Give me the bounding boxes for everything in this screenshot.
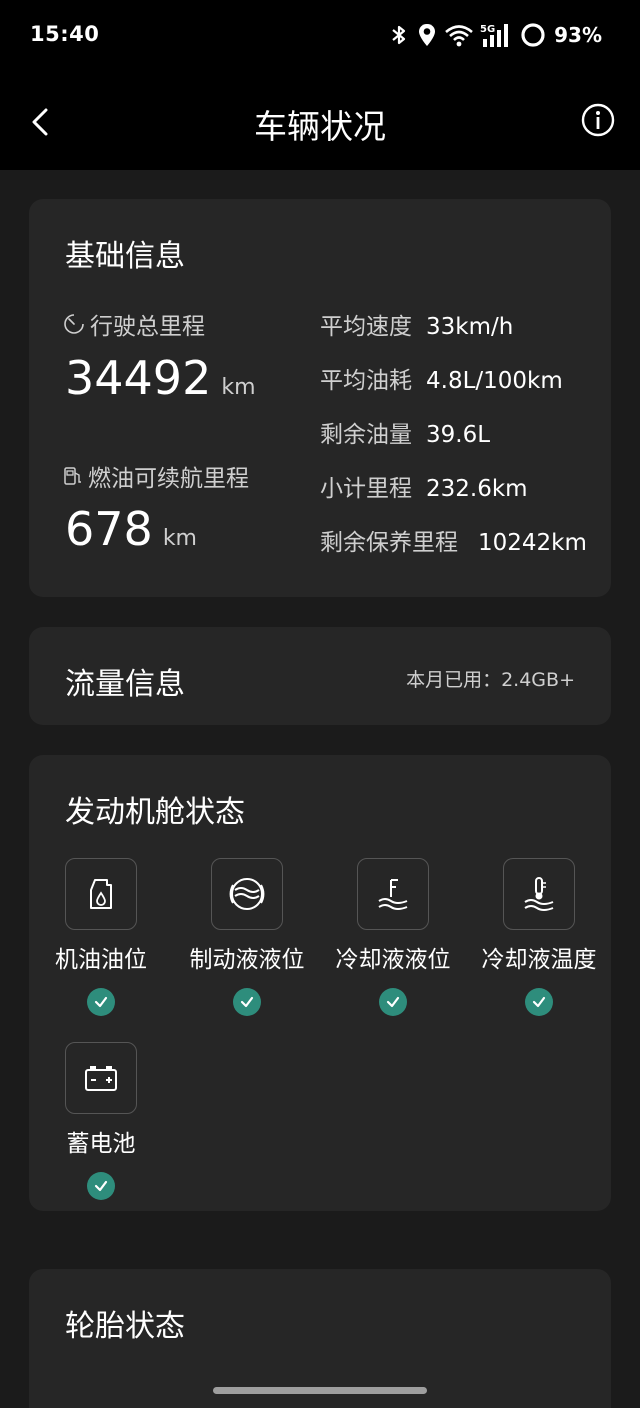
bluetooth-icon <box>392 25 406 45</box>
traffic-info-card[interactable]: 流量信息 本月已用：2.4GB+ <box>29 627 611 725</box>
battery-percent: 93% <box>554 23 602 47</box>
status-time: 15:40 <box>30 22 100 46</box>
stat-fuel-remaining: 剩余油量 39.6L <box>320 415 490 449</box>
engine-status-card: 发动机舱状态 机油油位 制动液液位 冷却液液位 冷却液温度 蓄电池 <box>29 755 611 1211</box>
battery-icon <box>85 1066 117 1091</box>
engine-item-label: 冷却液温度 <box>481 947 597 973</box>
network-type-text: 5G <box>480 24 495 35</box>
check-icon <box>233 988 261 1016</box>
basic-info-title: 基础信息 <box>65 239 185 274</box>
engine-icon-frame <box>503 858 575 930</box>
engine-item-oil[interactable]: 机油油位 <box>28 858 174 1016</box>
app-bar: 车辆状况 <box>0 72 640 170</box>
engine-item-battery[interactable]: 蓄电池 <box>28 1042 174 1200</box>
stat-avg-fuel: 平均油耗 4.8L/100km <box>320 361 563 395</box>
stat-label: 平均速度 <box>320 314 412 340</box>
tire-status-title: 轮胎状态 <box>65 1309 185 1344</box>
oil-can-icon <box>90 879 112 909</box>
traffic-info-title: 流量信息 <box>65 667 185 702</box>
engine-item-label: 制动液液位 <box>189 947 305 973</box>
status-bar: 15:40 5G 93% <box>0 0 640 72</box>
engine-icon-frame <box>211 858 283 930</box>
stat-value: 33km/h <box>426 314 514 340</box>
traffic-usage: 本月已用：2.4GB+ <box>406 669 575 691</box>
basic-info-card: 基础信息 行驶总里程 34492 km 燃油可续航里程 678 km 平均速度 33k… <box>29 199 611 597</box>
battery-ring-icon <box>521 23 545 47</box>
engine-icon-frame <box>65 1042 137 1114</box>
info-icon[interactable] <box>580 102 616 138</box>
location-icon <box>419 24 436 46</box>
stat-label: 平均油耗 <box>320 368 412 394</box>
stat-maintenance: 剩余保养里程 10242km <box>320 523 587 557</box>
stat-value: 10242km <box>478 530 587 556</box>
engine-item-label: 机油油位 <box>55 947 147 973</box>
wifi-icon <box>445 25 473 47</box>
total-mileage-label: 行驶总里程 <box>63 307 205 341</box>
timer-icon <box>64 314 84 334</box>
check-icon <box>87 1172 115 1200</box>
total-mileage-number: 34492 <box>65 351 212 405</box>
engine-icon-frame <box>357 858 429 930</box>
stat-value: 232.6km <box>426 476 528 502</box>
engine-item-brake-fluid[interactable]: 制动液液位 <box>174 858 320 1016</box>
fuel-range-label-text: 燃油可续航里程 <box>88 466 249 492</box>
coolant-temp-icon <box>524 877 554 911</box>
fuel-range-label: 燃油可续航里程 <box>63 459 249 493</box>
coolant-level-icon <box>378 879 408 910</box>
total-mileage-value: 34492 km <box>65 351 256 405</box>
home-indicator[interactable] <box>213 1387 427 1394</box>
engine-icon-frame <box>65 858 137 930</box>
stat-value: 4.8L/100km <box>426 368 563 394</box>
stat-value: 39.6L <box>426 422 491 448</box>
engine-status-title: 发动机舱状态 <box>65 795 245 830</box>
engine-item-label: 蓄电池 <box>66 1131 136 1157</box>
check-icon <box>379 988 407 1016</box>
total-mileage-label-text: 行驶总里程 <box>90 314 205 340</box>
brake-fluid-icon <box>229 878 265 910</box>
engine-item-coolant-level[interactable]: 冷却液液位 <box>320 858 466 1016</box>
fuel-range-value: 678 km <box>65 502 197 556</box>
check-icon <box>87 988 115 1016</box>
engine-item-coolant-temp[interactable]: 冷却液温度 <box>466 858 612 1016</box>
stat-trip: 小计里程 232.6km <box>320 469 528 503</box>
stat-avg-speed: 平均速度 33km/h <box>320 307 513 341</box>
status-icons: 5G 93% <box>388 20 602 50</box>
engine-item-label: 冷却液液位 <box>335 947 451 973</box>
page-title: 车辆状况 <box>254 107 386 146</box>
total-mileage-unit: km <box>221 375 256 400</box>
fuel-pump-icon <box>64 467 81 485</box>
signal-5g-icon: 5G <box>480 24 509 47</box>
check-icon <box>525 988 553 1016</box>
stat-label: 剩余保养里程 <box>320 530 458 556</box>
fuel-range-number: 678 <box>65 502 153 556</box>
fuel-range-unit: km <box>162 526 197 551</box>
stat-label: 小计里程 <box>320 476 412 502</box>
stat-label: 剩余油量 <box>320 422 412 448</box>
